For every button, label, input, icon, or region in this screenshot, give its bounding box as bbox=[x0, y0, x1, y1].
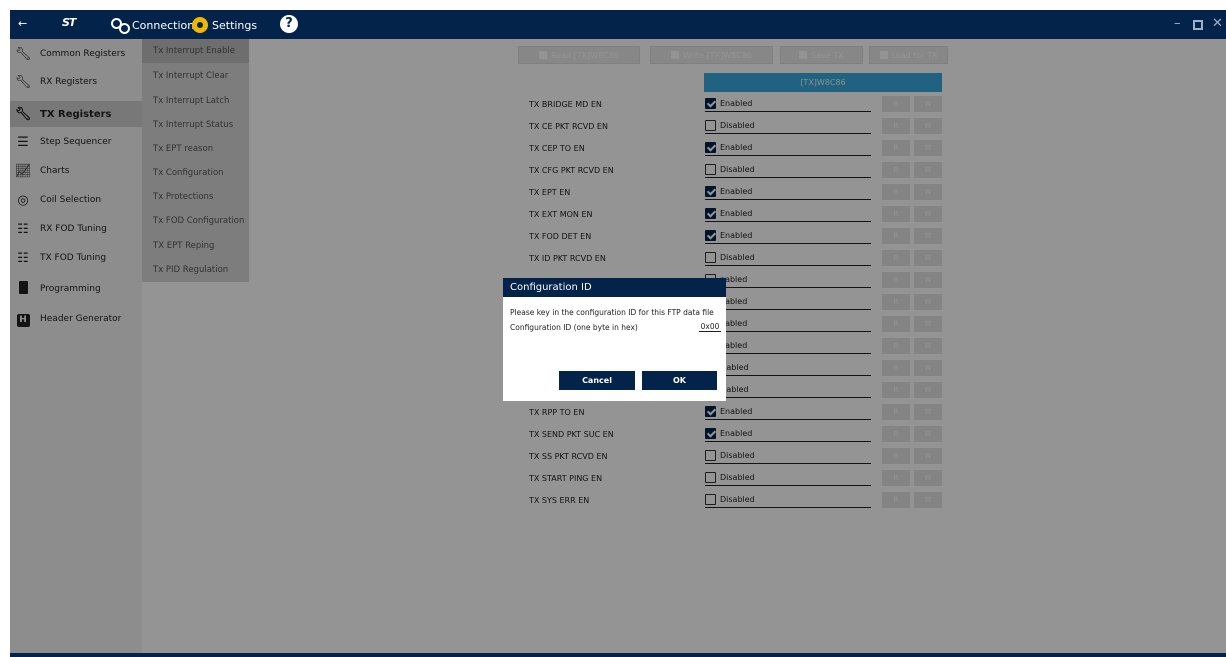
connection-icon bbox=[110, 17, 130, 34]
dialog-title: Configuration ID bbox=[503, 278, 726, 297]
help-icon[interactable]: ? bbox=[280, 15, 298, 33]
configuration-id-dialog: Configuration ID Please key in the confi… bbox=[503, 278, 726, 401]
close-icon[interactable]: ✕ bbox=[1212, 16, 1223, 31]
st-logo: ST bbox=[62, 16, 76, 29]
settings-menu[interactable]: Settings bbox=[192, 17, 257, 33]
config-id-label: Configuration ID (one byte in hex) bbox=[510, 323, 638, 332]
bottom-bar bbox=[10, 653, 1226, 657]
connection-menu[interactable]: Connection bbox=[110, 17, 195, 34]
ok-button[interactable]: OK bbox=[642, 371, 717, 390]
dialog-message: Please key in the configuration ID for t… bbox=[510, 308, 714, 317]
connection-label: Connection bbox=[132, 18, 195, 32]
config-id-input[interactable]: 0x00 bbox=[699, 322, 721, 332]
arrow-left-icon[interactable]: ← bbox=[18, 15, 27, 33]
settings-label: Settings bbox=[212, 18, 258, 32]
gear-icon bbox=[192, 17, 208, 33]
maximize-icon[interactable] bbox=[1193, 20, 1203, 30]
title-bar: ← ST Connection Settings ? – ✕ bbox=[10, 10, 1226, 39]
cancel-button[interactable]: Cancel bbox=[559, 371, 635, 390]
minimize-icon[interactable]: – bbox=[1174, 16, 1181, 31]
